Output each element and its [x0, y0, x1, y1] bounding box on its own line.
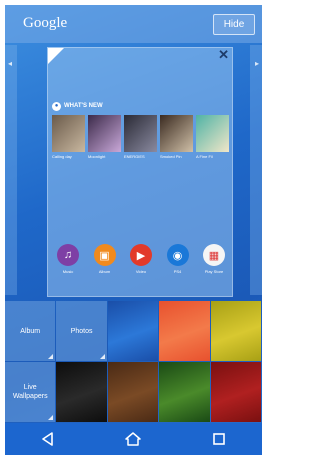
- back-button[interactable]: [28, 425, 68, 453]
- recents-button[interactable]: [199, 425, 239, 453]
- dock-app-label: Play Store: [204, 269, 224, 274]
- live-wallpaper-tile[interactable]: [159, 362, 210, 422]
- home-icon: [125, 432, 142, 446]
- live-wallpapers-tile[interactable]: Live Wallpapers: [5, 362, 56, 422]
- image-wallpaper-tile[interactable]: [107, 301, 159, 361]
- corner-icon: [48, 415, 54, 420]
- whats-new-widget[interactable]: ● WHAT'S NEW Calling day Moonlight ENERGIE…: [52, 100, 230, 159]
- album-art: [196, 115, 229, 152]
- album-label: Album: [20, 327, 41, 335]
- close-icon[interactable]: ✕: [218, 47, 229, 63]
- whats-new-item-label: Calling day: [52, 154, 72, 159]
- wallpaper-picker: Album Photos Live Wallpapers: [5, 301, 262, 422]
- live-wallpapers-label: Live Wallpapers: [12, 384, 48, 400]
- set-home-page-icon[interactable]: [48, 48, 64, 64]
- hide-button[interactable]: Hide: [213, 14, 255, 35]
- whats-new-title: WHAT'S NEW: [64, 103, 103, 109]
- picker-row-1: Album Photos: [5, 301, 262, 361]
- dock-app-play-store[interactable]: ▦ Play Store: [200, 244, 228, 274]
- top-bar: Google Hide: [5, 5, 262, 43]
- whats-new-item[interactable]: Moonlight: [88, 115, 121, 159]
- dock-app-video[interactable]: ▶ Video: [127, 244, 155, 274]
- live-wallpaper-tile[interactable]: [210, 362, 262, 422]
- whats-new-item[interactable]: ENERGIES: [124, 115, 157, 159]
- chevron-right-icon: ▸: [254, 59, 259, 68]
- album-art: [160, 115, 193, 152]
- chevron-left-icon: ◂: [8, 59, 13, 68]
- image-wallpaper-tile[interactable]: [210, 301, 262, 361]
- image-wallpaper-tile[interactable]: [159, 301, 210, 361]
- whats-new-item-label: ENERGIES: [124, 154, 145, 159]
- corner-icon: [48, 354, 54, 359]
- dock-app-label: Album: [98, 269, 111, 274]
- whats-new-item[interactable]: Smoked Pin: [160, 115, 193, 159]
- whats-new-item[interactable]: A Fine Fil: [196, 115, 229, 159]
- live-wallpaper-tile[interactable]: [107, 362, 159, 422]
- corner-icon: [99, 354, 105, 359]
- dock-app-label: Music: [62, 269, 74, 274]
- dock-app-label: Video: [135, 269, 147, 274]
- whats-new-item-label: A Fine Fil: [196, 154, 213, 159]
- video-icon: ▶: [130, 244, 152, 266]
- whats-new-item-label: Moonlight: [88, 154, 106, 159]
- album-art: [52, 115, 85, 152]
- google-label[interactable]: Google: [23, 15, 67, 32]
- home-button[interactable]: [113, 425, 153, 453]
- navigation-bar: [5, 423, 262, 455]
- dock-app-album[interactable]: ▣ Album: [91, 244, 119, 274]
- album-tile[interactable]: Album: [5, 301, 56, 361]
- photos-tile[interactable]: Photos: [56, 301, 107, 361]
- recents-icon: [213, 433, 225, 445]
- whats-new-header: ● WHAT'S NEW: [52, 100, 230, 112]
- next-page-preview[interactable]: ▸: [250, 45, 262, 295]
- photos-label: Photos: [70, 327, 93, 335]
- music-note-icon: ♫: [57, 244, 79, 266]
- dock-app-label: PS4: [173, 269, 182, 274]
- whats-new-icon: ●: [52, 101, 61, 111]
- dock-app-music-note[interactable]: ♫ Music: [54, 244, 82, 274]
- live-wallpaper-tile[interactable]: [56, 362, 107, 422]
- app-dock: ♫ Music ▣ Album ▶ Video ◉ PS4 ▦ Play Store: [54, 244, 228, 274]
- home-screen-editor: Google Hide ◂ ▸ ✕ ● WHAT'S NEW Calling d…: [5, 5, 262, 455]
- album-art: [124, 115, 157, 152]
- whats-new-item[interactable]: Calling day: [52, 115, 85, 159]
- picker-row-2: Live Wallpapers: [5, 362, 262, 422]
- home-page-preview[interactable]: ✕ ● WHAT'S NEW Calling day Moonlight ENERG…: [47, 47, 233, 297]
- play-store-icon: ▦: [203, 244, 225, 266]
- previous-page-preview[interactable]: ◂: [5, 45, 17, 295]
- dock-app-playstation[interactable]: ◉ PS4: [164, 244, 192, 274]
- whats-new-items: Calling day Moonlight ENERGIES Smoked Pin A …: [52, 115, 230, 159]
- back-icon: [42, 432, 53, 446]
- whats-new-item-label: Smoked Pin: [160, 154, 182, 159]
- album-art: [88, 115, 121, 152]
- playstation-icon: ◉: [166, 244, 189, 266]
- album-icon: ▣: [93, 244, 116, 266]
